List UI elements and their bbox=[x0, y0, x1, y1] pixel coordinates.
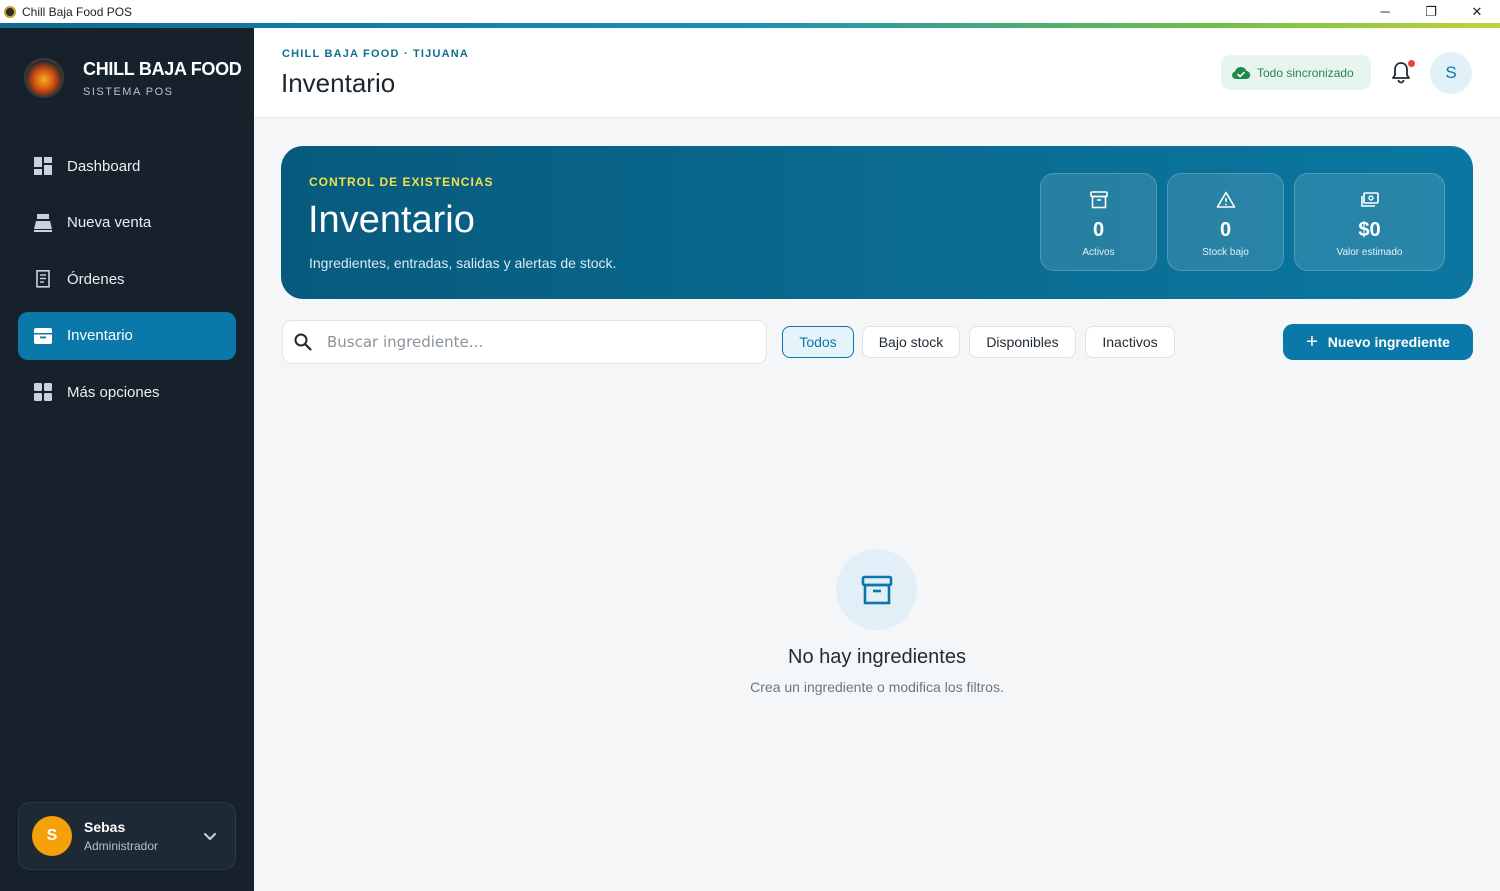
sync-status-badge[interactable]: Todo sincronizado bbox=[1221, 55, 1371, 90]
inventory-hero: CONTROL DE EXISTENCIAS Inventario Ingred… bbox=[281, 146, 1473, 299]
empty-state-icon bbox=[836, 549, 917, 630]
user-role: Administrador bbox=[84, 839, 159, 853]
sidebar: CHILL BAJA FOOD SISTEMA POS Dashboard Nu… bbox=[0, 28, 254, 891]
stat-label: Valor estimado bbox=[1336, 247, 1403, 258]
restore-button[interactable]: ❐ bbox=[1408, 0, 1454, 23]
user-name: Sebas bbox=[84, 819, 126, 835]
brand-text: CHILL BAJA FOOD SISTEMA POS bbox=[83, 59, 242, 98]
chevron-down-icon[interactable] bbox=[201, 827, 219, 845]
filter-disponibles[interactable]: Disponibles bbox=[969, 326, 1076, 358]
sidebar-item-dashboard[interactable]: Dashboard bbox=[18, 142, 236, 190]
brand-name: CHILL BAJA FOOD bbox=[83, 58, 242, 79]
stat-card-valor-estimado: $0 Valor estimado bbox=[1294, 173, 1445, 271]
empty-state-description: Crea un ingrediente o modifica los filtr… bbox=[750, 679, 1004, 695]
header-avatar[interactable]: S bbox=[1430, 52, 1472, 94]
window-title: Chill Baja Food POS bbox=[22, 4, 133, 19]
archive-icon bbox=[861, 575, 892, 604]
stat-label: Stock bajo bbox=[1202, 247, 1249, 258]
window-titlebar: Chill Baja Food POS ─ ❐ ✕ bbox=[0, 0, 1500, 23]
register-icon bbox=[34, 213, 52, 232]
close-button[interactable]: ✕ bbox=[1454, 0, 1500, 23]
sidebar-item-label: Nueva venta bbox=[67, 214, 152, 231]
stat-value: $0 bbox=[1358, 219, 1381, 241]
stat-value: 0 bbox=[1219, 219, 1232, 241]
hero-title: Inventario bbox=[308, 199, 475, 241]
filter-inactivos[interactable]: Inactivos bbox=[1085, 326, 1175, 358]
user-info: Sebas Administrador bbox=[84, 819, 158, 853]
notification-dot bbox=[1408, 60, 1415, 67]
breadcrumb: CHILL BAJA FOOD · TIJUANA bbox=[282, 48, 470, 60]
search-icon bbox=[294, 333, 312, 351]
sidebar-item-inventario[interactable]: Inventario bbox=[18, 311, 236, 360]
page-title: Inventario bbox=[281, 68, 396, 98]
new-ingredient-label: Nuevo ingrediente bbox=[1327, 334, 1450, 350]
window-controls: ─ ❐ ✕ bbox=[1362, 0, 1500, 23]
brand: CHILL BAJA FOOD SISTEMA POS bbox=[24, 58, 242, 98]
hero-description: Ingredientes, entradas, salidas y alerta… bbox=[309, 255, 617, 271]
dashboard-icon bbox=[34, 157, 52, 175]
archive-icon bbox=[1089, 191, 1108, 209]
brand-logo bbox=[24, 58, 64, 98]
filter-todos[interactable]: Todos bbox=[782, 326, 854, 358]
sidebar-item-mas-opciones[interactable]: Más opciones bbox=[18, 368, 236, 416]
filter-bajo-stock[interactable]: Bajo stock bbox=[862, 326, 960, 358]
empty-state-title: No hay ingredientes bbox=[788, 646, 966, 668]
brand-subtitle: SISTEMA POS bbox=[83, 85, 174, 98]
app-logo-icon bbox=[4, 5, 16, 18]
cloud-check-icon bbox=[1232, 66, 1251, 79]
sidebar-item-label: Órdenes bbox=[67, 270, 125, 288]
sidebar-item-label: Dashboard bbox=[67, 157, 141, 175]
sidebar-item-label: Inventario bbox=[67, 327, 133, 344]
search-box bbox=[282, 320, 767, 364]
stat-label: Activos bbox=[1082, 247, 1115, 258]
stat-card-activos: 0 Activos bbox=[1040, 173, 1157, 271]
archive-icon bbox=[34, 327, 52, 345]
page-header: CHILL BAJA FOOD · TIJUANA Inventario Tod… bbox=[254, 28, 1500, 118]
stat-value: 0 bbox=[1092, 219, 1105, 241]
user-avatar: S bbox=[32, 816, 72, 856]
sidebar-item-ordenes[interactable]: Órdenes bbox=[18, 255, 236, 303]
minimize-button[interactable]: ─ bbox=[1362, 0, 1408, 23]
user-menu[interactable]: S Sebas Administrador bbox=[18, 802, 236, 870]
stat-card-stock-bajo: 0 Stock bajo bbox=[1167, 173, 1284, 271]
new-ingredient-button[interactable]: + Nuevo ingrediente bbox=[1283, 324, 1473, 360]
sidebar-item-label: Más opciones bbox=[67, 383, 160, 401]
hero-kicker: CONTROL DE EXISTENCIAS bbox=[309, 175, 494, 189]
receipt-icon bbox=[34, 270, 52, 288]
search-input[interactable] bbox=[327, 333, 747, 351]
cash-icon bbox=[1360, 192, 1379, 207]
plus-icon: + bbox=[1306, 331, 1318, 353]
sidebar-item-nueva-venta[interactable]: Nueva venta bbox=[18, 199, 236, 247]
warning-icon bbox=[1216, 191, 1235, 208]
sync-status-label: Todo sincronizado bbox=[1257, 65, 1354, 80]
sidebar-nav: Dashboard Nueva venta Órdenes Inventario… bbox=[18, 142, 236, 425]
grid-icon bbox=[34, 383, 52, 401]
